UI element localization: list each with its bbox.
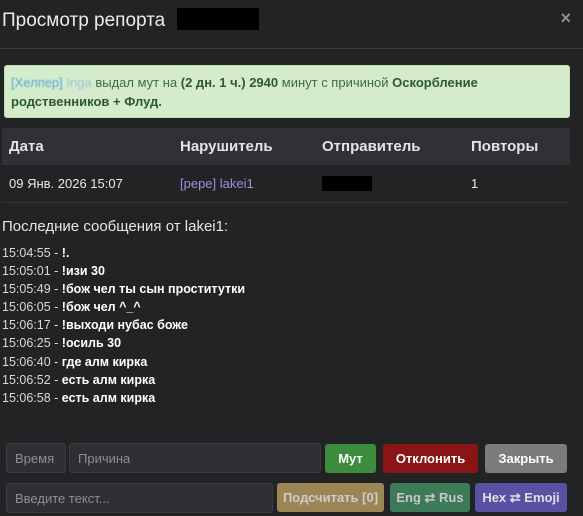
message-time: 15:06:17	[2, 318, 51, 333]
message-item: 15:06:17 - !выходи нубас боже	[2, 316, 245, 334]
message-separator: -	[50, 246, 62, 260]
time-input[interactable]	[6, 443, 66, 473]
title-text: Просмотр репорта	[2, 10, 166, 31]
message-separator: -	[50, 264, 62, 279]
message-time: 15:06:40	[2, 354, 51, 369]
alert-duration: (2 дн. 1 ч.) 2940	[180, 75, 279, 90]
alert-text-1: выдал мут на	[91, 75, 181, 90]
header-sender: Отправитель	[322, 138, 421, 155]
messages-title: Последние сообщения от lakei1:	[2, 218, 229, 235]
staff-name: Inga	[66, 75, 92, 90]
message-time: 15:06:25	[2, 336, 51, 351]
text-input[interactable]	[6, 483, 273, 513]
close-icon[interactable]: ×	[560, 8, 571, 29]
punishment-alert: [Хелпер] Inga выдал мут на (2 дн. 1 ч.) …	[4, 65, 570, 118]
message-separator: -	[50, 390, 62, 405]
staff-tag: [Хелпер]	[11, 75, 63, 90]
table-header: Дата Нарушитель Отправитель Повторы	[2, 128, 570, 165]
message-separator: -	[50, 354, 62, 369]
row-date: 09 Янв. 2026 15:07	[9, 176, 123, 191]
message-item: 15:04:55 - !.	[2, 244, 245, 262]
count-button[interactable]: Подсчитать [0]	[277, 483, 384, 512]
message-item: 15:06:40 - где алм кирка	[2, 353, 245, 371]
message-text: где алм кирка	[61, 354, 148, 369]
message-separator: -	[50, 372, 62, 387]
message-item: 15:06:05 - !бож чел ^_^	[2, 298, 245, 316]
close-button[interactable]: Закрыть	[485, 444, 567, 473]
message-separator: -	[50, 300, 62, 315]
decline-button[interactable]: Отклонить	[383, 444, 478, 473]
message-separator: -	[50, 318, 62, 333]
message-text: есть алм кирка	[61, 390, 156, 405]
message-item: 15:06:58 - есть алм кирка	[2, 389, 245, 407]
header-offender: Нарушитель	[180, 138, 273, 155]
message-time: 15:06:58	[2, 390, 51, 405]
message-separator: -	[50, 336, 62, 351]
message-text: !осиль 30	[61, 336, 122, 351]
header-repeats: Повторы	[471, 138, 539, 155]
layout-swap-button[interactable]: Eng ⇄ Rus	[390, 483, 470, 512]
report-table: Дата Нарушитель Отправитель Повторы 09 Я…	[2, 128, 570, 203]
message-time: 15:06:52	[2, 372, 51, 387]
page-title: Просмотр репорта	[2, 8, 259, 32]
redacted-block	[176, 8, 259, 31]
report-modal: Просмотр репорта × [Хелпер] Inga выдал м…	[0, 0, 583, 516]
message-item: 15:06:25 - !осиль 30	[2, 334, 245, 352]
message-text: !бож чел ^_^	[61, 300, 141, 315]
table-row: 09 Янв. 2026 15:07 [pepe] lakei1 1	[2, 165, 570, 203]
message-text: !выходи нубас боже	[61, 318, 188, 333]
message-item: 15:05:01 - !изи 30	[2, 262, 245, 280]
message-item: 15:05:49 - !бож чел ты сын проститутки	[2, 280, 245, 298]
message-list: 15:04:55 - !. 15:05:01 - !изи 30 15:05:49 …	[2, 244, 245, 407]
redacted-block	[322, 176, 372, 191]
message-item: 15:06:52 - есть алм кирка	[2, 371, 245, 389]
reason-input[interactable]	[69, 443, 321, 473]
row-offender[interactable]: [pepe] lakei1	[180, 165, 254, 202]
modal-header: Просмотр репорта ×	[0, 0, 583, 49]
message-time: 15:06:05	[2, 300, 51, 315]
message-time: 15:05:49	[2, 282, 51, 297]
mute-button[interactable]: Мут	[325, 444, 376, 473]
header-date: Дата	[9, 138, 44, 155]
hex-emoji-button[interactable]: Hex ⇄ Emoji	[475, 483, 567, 512]
message-text: !.	[61, 246, 70, 260]
message-separator: -	[50, 282, 62, 297]
alert-text-2: минут с причиной	[278, 75, 393, 90]
message-text: есть алм кирка	[61, 372, 156, 387]
message-text: !изи 30	[61, 264, 105, 279]
message-time: 15:04:55	[2, 246, 51, 260]
message-time: 15:05:01	[2, 264, 51, 279]
row-repeats: 1	[471, 176, 479, 191]
message-text: !бож чел ты сын проститутки	[61, 282, 246, 297]
